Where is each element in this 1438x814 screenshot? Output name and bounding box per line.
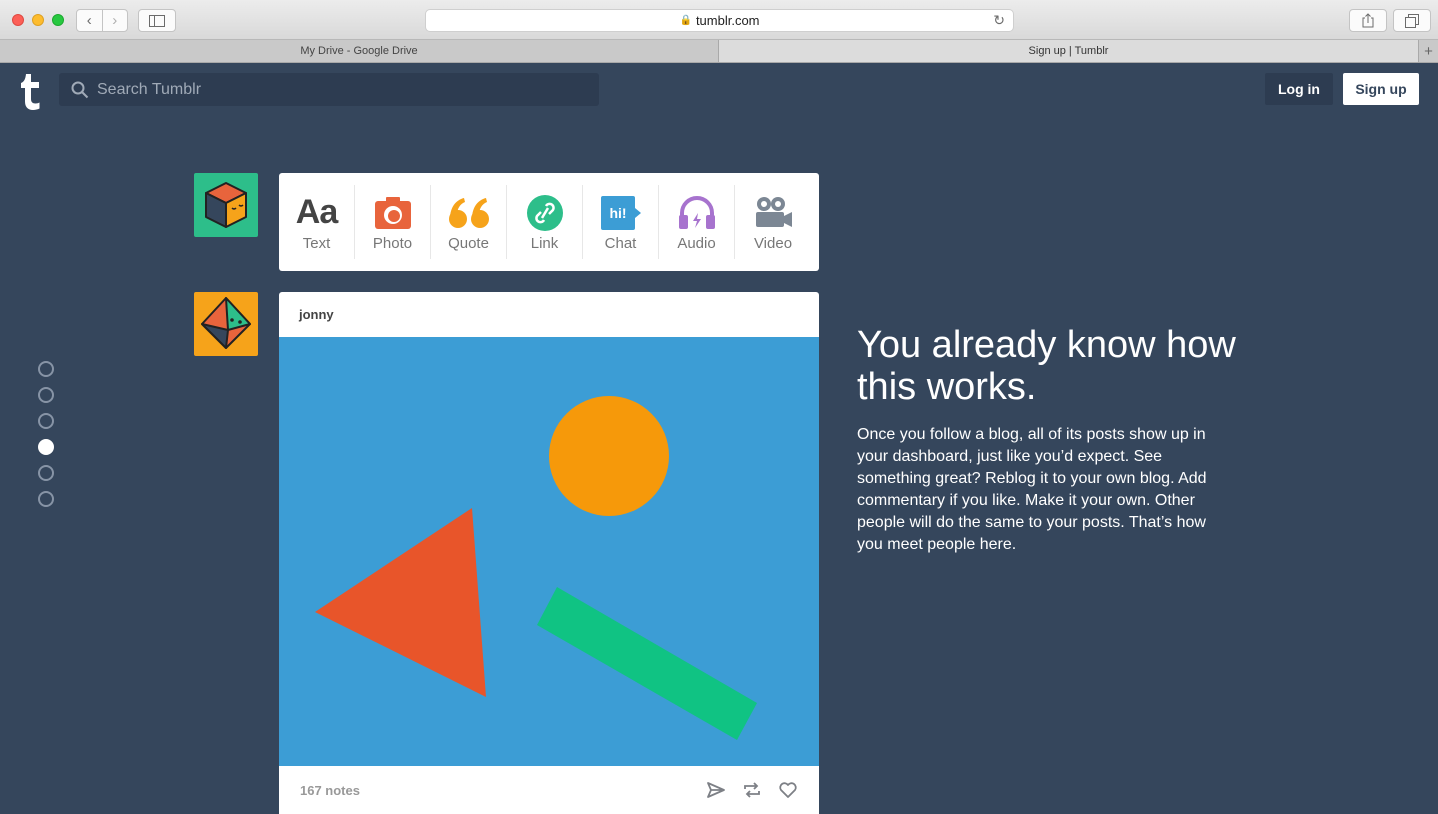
shapes-illustration <box>279 337 819 766</box>
post-type-photo[interactable]: Photo <box>355 185 431 259</box>
browser-toolbar: ‹ › 🔒 tumblr.com ↻ <box>0 0 1438 40</box>
post-type-label: Link <box>530 234 559 252</box>
slide-dot[interactable] <box>38 413 54 429</box>
post-author-name[interactable]: jonny <box>279 292 819 337</box>
post-card: jonny 167 notes <box>279 292 819 814</box>
post-type-label: Video <box>753 234 793 252</box>
post-image[interactable] <box>279 337 819 766</box>
tumblr-logo-icon[interactable] <box>20 74 44 110</box>
address-url: tumblr.com <box>695 13 760 28</box>
search-icon <box>71 81 89 98</box>
quote-icon <box>448 197 489 228</box>
share-icon <box>1362 13 1374 28</box>
slide-dot[interactable] <box>38 465 54 481</box>
new-tab-plus-icon[interactable]: + <box>1418 40 1438 62</box>
post-author-avatar[interactable] <box>194 292 258 356</box>
post-type-video[interactable]: Video <box>735 185 811 259</box>
minimize-window-button[interactable] <box>32 14 44 26</box>
fullscreen-window-button[interactable] <box>52 14 64 26</box>
send-icon[interactable] <box>706 780 726 800</box>
forward-arrow-icon[interactable]: › <box>101 10 128 31</box>
heart-icon[interactable] <box>778 780 798 800</box>
post-type-text[interactable]: Aa Text <box>279 185 355 259</box>
close-window-button[interactable] <box>12 14 24 26</box>
user-avatar[interactable] <box>194 173 258 237</box>
slide-dot[interactable] <box>38 491 54 507</box>
page-headline: You already know how this works. <box>857 324 1236 408</box>
post-type-label: Photo <box>372 234 413 252</box>
tabs-icon <box>1405 13 1419 28</box>
post-type-label: Text <box>302 234 331 252</box>
post-type-bar: Aa Text Photo Quote Link hi! Chat Audio … <box>279 173 819 271</box>
post-type-chat[interactable]: hi! Chat <box>583 185 659 259</box>
search-bar <box>59 73 599 106</box>
signup-button[interactable]: Sign up <box>1343 73 1419 105</box>
sidebar-icon <box>149 14 165 27</box>
post-type-label: Audio <box>677 234 716 252</box>
post-type-label: Chat <box>604 234 637 252</box>
slide-dot-active[interactable] <box>38 439 54 455</box>
reload-icon[interactable]: ↻ <box>993 12 1005 29</box>
video-camera-icon <box>756 196 792 227</box>
headphones-icon <box>678 195 715 229</box>
post-type-audio[interactable]: Audio <box>659 185 735 259</box>
tab-bar: My Drive - Google Drive Sign up | Tumblr… <box>0 40 1438 63</box>
slide-dot[interactable] <box>38 361 54 377</box>
share-button[interactable] <box>1349 9 1387 32</box>
chat-icon: hi! <box>600 195 641 230</box>
svg-text:hi!: hi! <box>609 205 626 221</box>
camera-icon <box>374 196 411 229</box>
post-footer: 167 notes <box>279 766 819 814</box>
post-notes-count[interactable]: 167 notes <box>300 783 690 798</box>
post-type-label: Quote <box>448 234 489 252</box>
slide-pagination <box>38 361 54 517</box>
back-arrow-icon[interactable]: ‹ <box>77 10 102 31</box>
tab-google-drive[interactable]: My Drive - Google Drive <box>0 40 719 62</box>
address-bar[interactable]: 🔒 tumblr.com ↻ <box>425 9 1014 32</box>
link-icon <box>526 194 563 231</box>
search-input[interactable] <box>97 80 577 99</box>
page-description: Once you follow a blog, all of its posts… <box>857 426 1207 553</box>
gem-avatar-icon <box>201 297 251 349</box>
history-nav: ‹ › <box>76 9 128 32</box>
login-button[interactable]: Log in <box>1265 73 1333 105</box>
text-icon: Aa <box>295 193 338 231</box>
tab-tumblr-signup[interactable]: Sign up | Tumblr <box>719 40 1418 62</box>
slide-dot[interactable] <box>38 387 54 403</box>
cube-avatar-icon <box>205 182 247 228</box>
post-type-link[interactable]: Link <box>507 185 583 259</box>
sidebar-toggle-button[interactable] <box>138 9 176 32</box>
post-type-quote[interactable]: Quote <box>431 185 507 259</box>
reblog-icon[interactable] <box>742 780 762 800</box>
tab-overview-button[interactable] <box>1393 9 1431 32</box>
lock-icon: 🔒 <box>679 15 692 26</box>
